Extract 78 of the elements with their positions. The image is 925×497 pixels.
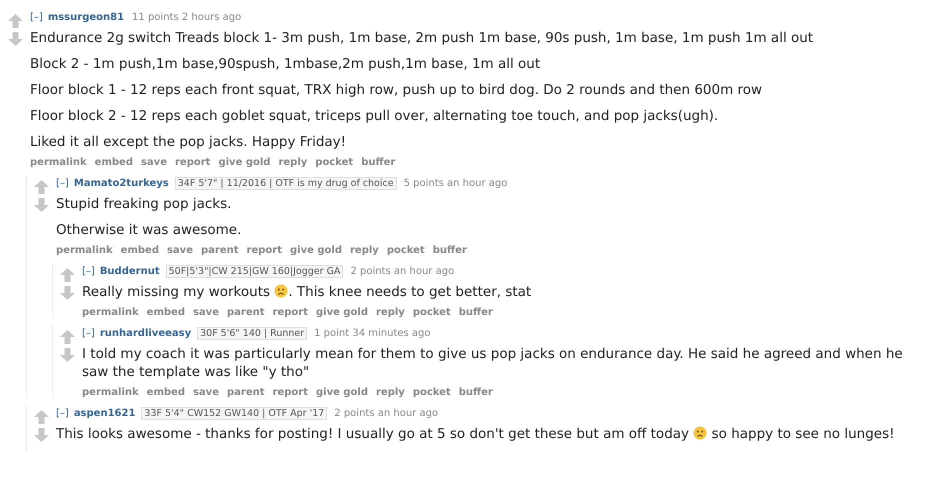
collapse-link[interactable]: [–] [56, 178, 69, 189]
comment-text: . This knee needs to get better, stat [288, 284, 532, 300]
downvote-icon[interactable] [60, 348, 75, 362]
upvote-icon[interactable] [34, 410, 49, 424]
comment-text: This looks awesome - thanks for posting! I usually go at 5 so don't get these but am off today [56, 426, 690, 442]
collapse-link[interactable]: [–] [82, 266, 95, 277]
comment-text: Otherwise it was awesome. [56, 222, 242, 238]
score-time: 1 point 34 minutes ago [314, 328, 431, 339]
action-link[interactable]: reply [376, 387, 405, 398]
action-link[interactable]: permalink [56, 245, 113, 256]
emoji-icon [693, 426, 708, 440]
downvote-icon[interactable] [34, 198, 49, 212]
action-link[interactable]: embed [94, 157, 133, 168]
action-link[interactable]: save [192, 307, 219, 318]
comment-text: I told my coach it was particularly mean for them to give us pop jacks on endurance day. He said he agreed and when he saw the template was like "y tho" [82, 346, 903, 380]
action-link[interactable]: reply [376, 307, 405, 318]
author-link[interactable]: mssurgeon81 [48, 12, 124, 23]
action-link[interactable]: parent [201, 245, 239, 256]
comment-text: Floor block 2 - 12 reps each goblet squat, triceps pull over, alternating toe touch, and pop jacks(ugh). [30, 108, 718, 124]
score-time: 2 points an hour ago [350, 266, 454, 277]
action-link[interactable]: save [166, 245, 193, 256]
user-flair: 33F 5'4" CW152 GW140 | OTF Apr '17 [141, 407, 328, 420]
action-link[interactable]: permalink [82, 307, 139, 318]
action-link[interactable]: embed [146, 307, 185, 318]
user-flair: 50F|5'3"|CW 215|GW 160|Jogger GA [166, 265, 344, 278]
downvote-icon[interactable] [60, 286, 75, 300]
collapse-link[interactable]: [–] [56, 408, 69, 419]
score-time: 5 points an hour ago [404, 178, 508, 189]
upvote-icon[interactable] [34, 180, 49, 194]
comment-text: so happy to see no lunges! [710, 426, 895, 442]
downvote-icon[interactable] [34, 428, 49, 442]
action-link[interactable]: embed [120, 245, 159, 256]
user-flair: 34F 5'7" | 11/2016 | OTF is my drug of choice [174, 177, 397, 190]
author-link[interactable]: Buddernut [100, 266, 160, 277]
action-link[interactable]: give gold [218, 157, 270, 168]
action-link[interactable]: give gold [316, 387, 368, 398]
comment-text: Really missing my workouts [82, 284, 272, 300]
comment-text: Floor block 1 - 12 reps each front squat, TRX high row, push up to bird dog. Do 2 rounds and then 600m row [30, 82, 762, 98]
user-flair: 30F 5'6" 140 | Runner [197, 327, 308, 340]
comment-text: Liked it all except the pop jacks. Happy Friday! [30, 134, 346, 150]
action-link[interactable]: pocket [386, 245, 425, 256]
action-link[interactable]: buffer [458, 387, 493, 398]
emoji-icon [274, 284, 288, 298]
author-link[interactable]: aspen1621 [74, 408, 136, 419]
action-link[interactable]: report [272, 307, 308, 318]
score-time: 11 points 2 hours ago [132, 12, 242, 23]
action-link[interactable]: parent [227, 387, 265, 398]
action-link[interactable]: permalink [82, 387, 139, 398]
action-link[interactable]: parent [227, 307, 265, 318]
action-link[interactable]: pocket [412, 307, 451, 318]
upvote-icon[interactable] [60, 268, 75, 282]
action-link[interactable]: report [246, 245, 282, 256]
score-time: 2 points an hour ago [334, 408, 438, 419]
upvote-icon[interactable] [60, 330, 75, 344]
action-link[interactable]: buffer [458, 307, 493, 318]
comment-text: Endurance 2g switch Treads block 1- 3m push, 1m base, 2m push 1m base, 90s push, 1m base, 1m push 1m all out [30, 30, 814, 46]
upvote-icon[interactable] [8, 14, 23, 28]
action-link[interactable]: permalink [30, 157, 87, 168]
comment-text: Block 2 - 1m push,1m base,90spush, 1mbase,2m push,1m base, 1m all out [30, 56, 540, 72]
collapse-link[interactable]: [–] [30, 12, 43, 23]
author-link[interactable]: Mamato2turkeys [74, 178, 169, 189]
action-link[interactable]: report [272, 387, 308, 398]
downvote-icon[interactable] [8, 32, 23, 46]
action-link[interactable]: reply [278, 157, 308, 168]
action-link[interactable]: pocket [315, 157, 354, 168]
action-link[interactable]: give gold [316, 307, 368, 318]
action-link[interactable]: pocket [412, 387, 451, 398]
action-link[interactable]: give gold [290, 245, 342, 256]
action-link[interactable]: embed [146, 387, 185, 398]
action-link[interactable]: buffer [432, 245, 467, 256]
action-link[interactable]: save [192, 387, 219, 398]
action-link[interactable]: reply [350, 245, 379, 256]
action-link[interactable]: report [175, 157, 210, 168]
comment-text: Stupid freaking pop jacks. [56, 196, 232, 212]
author-link[interactable]: runhardliveeasy [100, 328, 192, 339]
action-link[interactable]: buffer [361, 157, 396, 168]
action-link[interactable]: save [140, 157, 167, 168]
collapse-link[interactable]: [–] [82, 328, 95, 339]
